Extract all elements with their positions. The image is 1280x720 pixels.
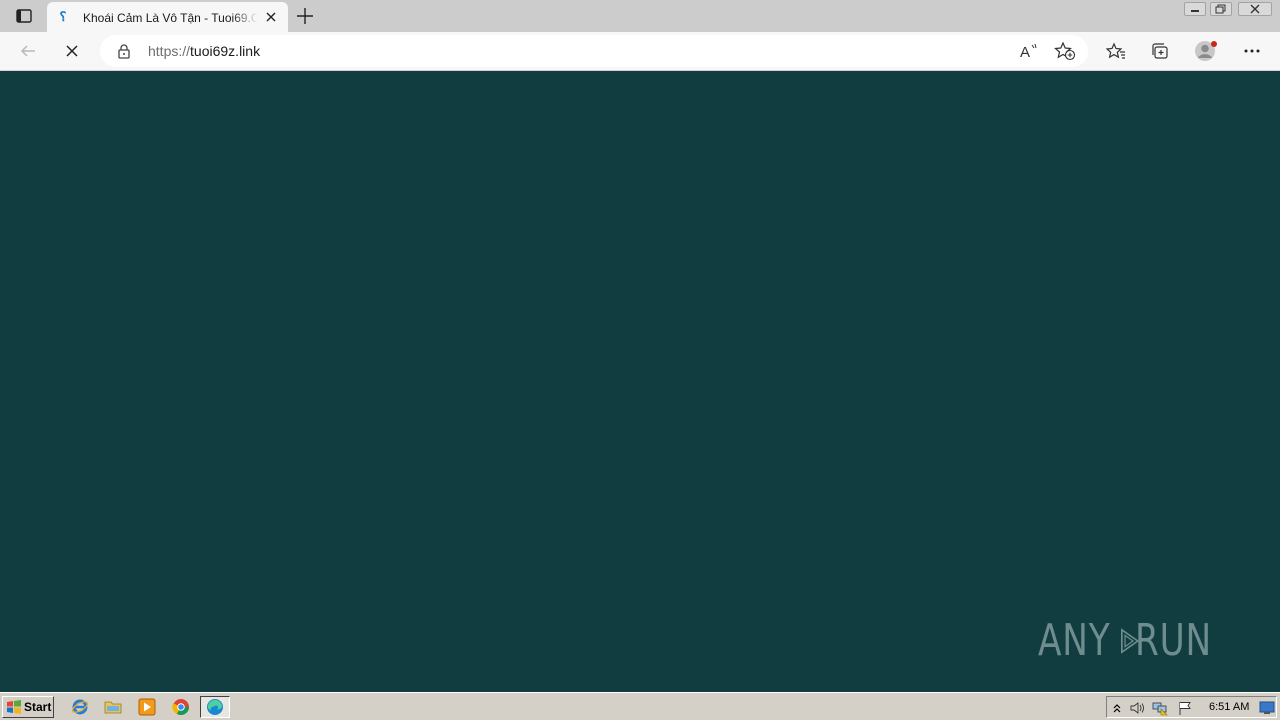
volume-icon: [1130, 702, 1144, 714]
read-aloud-icon: A: [1020, 43, 1037, 61]
tab-strip: ⸮ Khoái Cảm Là Vô Tận - Tuoi69.Com: [0, 0, 1280, 32]
active-tab[interactable]: ⸮ Khoái Cảm Là Vô Tận - Tuoi69.Com: [47, 2, 288, 32]
action-center-button[interactable]: [1177, 700, 1193, 716]
edge-icon: [207, 699, 223, 715]
tab-close-button[interactable]: [263, 9, 279, 25]
show-hidden-icons-icon: [1113, 704, 1121, 713]
chrome-icon: [172, 699, 189, 715]
site-favicon-icon: ⸮: [59, 9, 67, 24]
taskbar-edge[interactable]: [200, 696, 230, 718]
profile-button[interactable]: [1194, 40, 1218, 62]
collections-button[interactable]: [1148, 40, 1172, 62]
minimize-button[interactable]: [1183, 0, 1207, 18]
profile-icon: [1195, 41, 1217, 61]
add-favorite-button[interactable]: [1054, 41, 1076, 61]
add-favorite-icon: [1054, 41, 1076, 61]
volume-button[interactable]: [1129, 700, 1145, 716]
taskbar: Start 6:51 AM: [0, 692, 1280, 720]
back-icon: [20, 45, 35, 57]
network-icon: [1152, 702, 1168, 716]
browser-toolbar: https://tuoi69z.link A: [0, 32, 1280, 71]
start-label: Start: [24, 700, 52, 714]
windows-logo-icon: [7, 700, 21, 714]
back-button[interactable]: [16, 40, 40, 62]
more-icon: [1244, 49, 1260, 53]
window-close-button[interactable]: [1237, 0, 1273, 18]
tab-actions-button[interactable]: [10, 6, 38, 26]
address-bar[interactable]: https://tuoi69z.link A: [100, 35, 1088, 67]
lock-icon[interactable]: [116, 43, 132, 59]
taskbar-ie[interactable]: [68, 696, 92, 718]
close-icon: [266, 12, 276, 22]
ie-icon: [71, 699, 89, 715]
more-button[interactable]: [1240, 40, 1264, 62]
system-tray: 6:51 AM: [1106, 696, 1277, 718]
new-tab-button[interactable]: [294, 5, 316, 27]
collections-icon: [1152, 43, 1168, 59]
address-url[interactable]: https://tuoi69z.link: [148, 43, 260, 59]
tab-title: Khoái Cảm Là Vô Tận - Tuoi69.Com: [83, 11, 258, 25]
watermark-right-text: RUN: [1135, 615, 1213, 666]
show-desktop-icon: [1259, 701, 1275, 714]
stop-icon: [66, 45, 78, 57]
explorer-icon: [104, 701, 122, 714]
restore-icon: [1215, 4, 1226, 14]
svg-text:A: A: [1020, 44, 1030, 60]
taskbar-explorer[interactable]: [101, 696, 125, 718]
stop-button[interactable]: [60, 40, 84, 62]
action-center-flag-icon: [1179, 702, 1191, 715]
show-hidden-icons-button[interactable]: [1109, 700, 1125, 716]
anyrun-watermark: ANY RUN: [1038, 609, 1234, 673]
media-player-icon: [138, 698, 156, 716]
network-button[interactable]: [1152, 700, 1168, 716]
window-close-icon: [1250, 4, 1260, 14]
taskbar-media-player[interactable]: [135, 696, 159, 718]
favorites-icon: [1106, 42, 1125, 59]
plus-icon: [297, 8, 313, 24]
show-desktop-button[interactable]: [1259, 700, 1275, 716]
tray-clock[interactable]: 6:51 AM: [1209, 701, 1249, 713]
read-aloud-button[interactable]: A: [1018, 42, 1040, 61]
minimize-icon: [1191, 10, 1199, 12]
favorites-button[interactable]: [1104, 40, 1128, 62]
page-content: ANY RUN: [0, 71, 1280, 692]
tab-actions-icon: [16, 9, 32, 23]
watermark-left-text: ANY: [1038, 615, 1111, 666]
restore-button[interactable]: [1209, 0, 1233, 18]
taskbar-chrome[interactable]: [169, 696, 193, 718]
url-host: tuoi69z.link: [190, 43, 261, 59]
url-protocol: https://: [148, 43, 191, 59]
start-button[interactable]: Start: [2, 696, 54, 718]
